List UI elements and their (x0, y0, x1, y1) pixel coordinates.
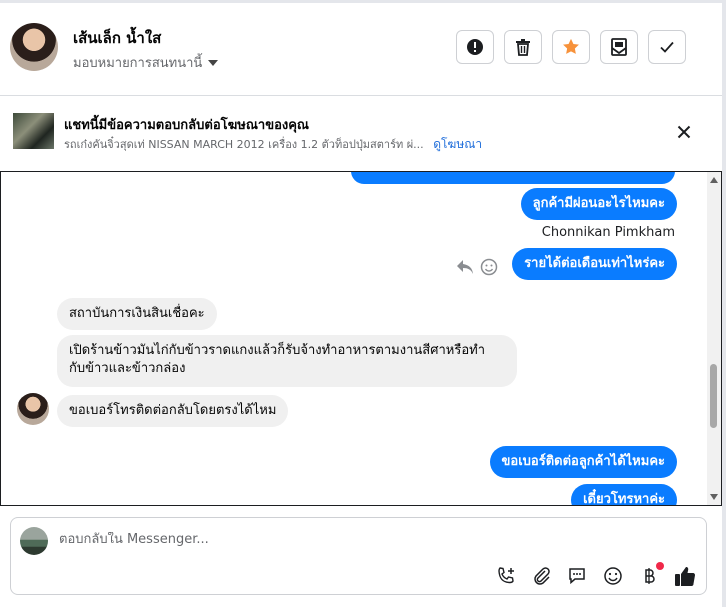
chat-bubble-icon (569, 568, 585, 585)
ad-description: รถเก๋งคันจิ๋วสุดเท่ NISSAN MARCH 2012 เค… (64, 135, 482, 154)
baht-icon (645, 568, 655, 584)
report-spam-button[interactable] (456, 30, 494, 64)
close-banner-button[interactable] (672, 120, 696, 144)
contact-avatar[interactable] (10, 23, 58, 71)
star-button[interactable] (552, 30, 590, 64)
message-bubble-incoming[interactable]: เปิดร้านข้าวมันไก่กับข้าวราดแกงแล้วก็รับ… (57, 335, 517, 387)
scroll-down-arrow-icon[interactable] (710, 494, 718, 500)
conversation-header: เส้นเล็ก น้ำใส มอบหมายการสนทนานี้ (0, 3, 722, 96)
contact-name[interactable]: เส้นเล็ก น้ำใส (73, 26, 161, 50)
like-button[interactable] (674, 565, 696, 587)
assign-label: มอบหมายการสนทนานี้ (73, 56, 203, 71)
phone-plus-icon (498, 567, 514, 584)
sender-name: Chonnikan Pimkham (541, 225, 675, 240)
message-thread[interactable]: ลูกค้ามีผ่อนอะไรไหมคะ Chonnikan Pimkham … (0, 171, 722, 506)
close-icon (677, 125, 691, 139)
smiley-icon (604, 567, 622, 585)
scroll-up-arrow-icon[interactable] (710, 177, 718, 183)
message-line: กับข้าวและข้าวกล่อง (69, 361, 186, 376)
assign-conversation-dropdown[interactable]: มอบหมายการสนทนานี้ (73, 52, 219, 73)
message-bubble-incoming[interactable]: ขอเบอร์โทรติดต่อกลับโดยตรงได้ไหม (57, 395, 289, 427)
exclamation-icon (467, 39, 483, 55)
message-bubble-incoming[interactable]: สถาบันการเงินสินเชื่อคะ (57, 298, 217, 330)
message-bubble-outgoing[interactable]: ลูกค้ามีผ่อนอะไรไหมคะ (520, 188, 677, 220)
message-composer (10, 517, 707, 595)
ad-reply-banner: แชทนี้มีข้อความตอบกลับต่อโฆษณาของคุณ รถเ… (0, 96, 722, 170)
page-avatar (20, 527, 48, 555)
reply-input[interactable] (59, 532, 579, 547)
caret-down-icon (208, 59, 219, 66)
ad-banner-title: แชทนี้มีข้อความตอบกลับต่อโฆษณาของคุณ (64, 118, 309, 133)
message-line: เปิดร้านข้าวมันไก่กับข้าวราดแกงแล้วก็รับ… (69, 343, 485, 358)
ad-thumbnail[interactable] (13, 113, 54, 149)
message-bubble-outgoing[interactable]: ขอเบอร์ติดต่อลูกค้าได้ไหมคะ (489, 446, 677, 478)
thumbs-up-icon (675, 567, 696, 586)
star-icon (563, 38, 579, 54)
mark-done-button[interactable] (648, 30, 686, 64)
call-button[interactable] (495, 565, 517, 587)
reply-icon[interactable] (456, 259, 474, 279)
checkmark-icon (660, 41, 674, 53)
scrollbar[interactable] (707, 172, 721, 505)
message-bubble-outgoing[interactable]: เดี๋ยวโทรหาค่ะ (571, 484, 677, 505)
delete-button[interactable] (504, 30, 542, 64)
react-icon[interactable] (480, 258, 498, 280)
paperclip-icon (534, 567, 550, 585)
emoji-button[interactable] (602, 565, 624, 587)
notification-dot (656, 562, 664, 570)
mark-unread-button[interactable] (600, 30, 638, 64)
view-ad-link[interactable]: ดูโฆษณา (433, 137, 482, 151)
attach-button[interactable] (530, 565, 552, 587)
right-edge (722, 0, 726, 607)
trash-icon (516, 39, 530, 56)
message-bubble-outgoing[interactable]: รายได้ต่อเดือนเท่าไหร่คะ (512, 248, 677, 280)
message-bubble-partial (351, 172, 675, 184)
contact-avatar-small[interactable] (17, 393, 49, 425)
saved-replies-button[interactable] (566, 565, 588, 587)
scrollbar-thumb[interactable] (710, 364, 717, 428)
ad-subtitle: รถเก๋งคันจิ๋วสุดเท่ NISSAN MARCH 2012 เค… (64, 138, 424, 151)
envelope-icon (611, 38, 627, 56)
